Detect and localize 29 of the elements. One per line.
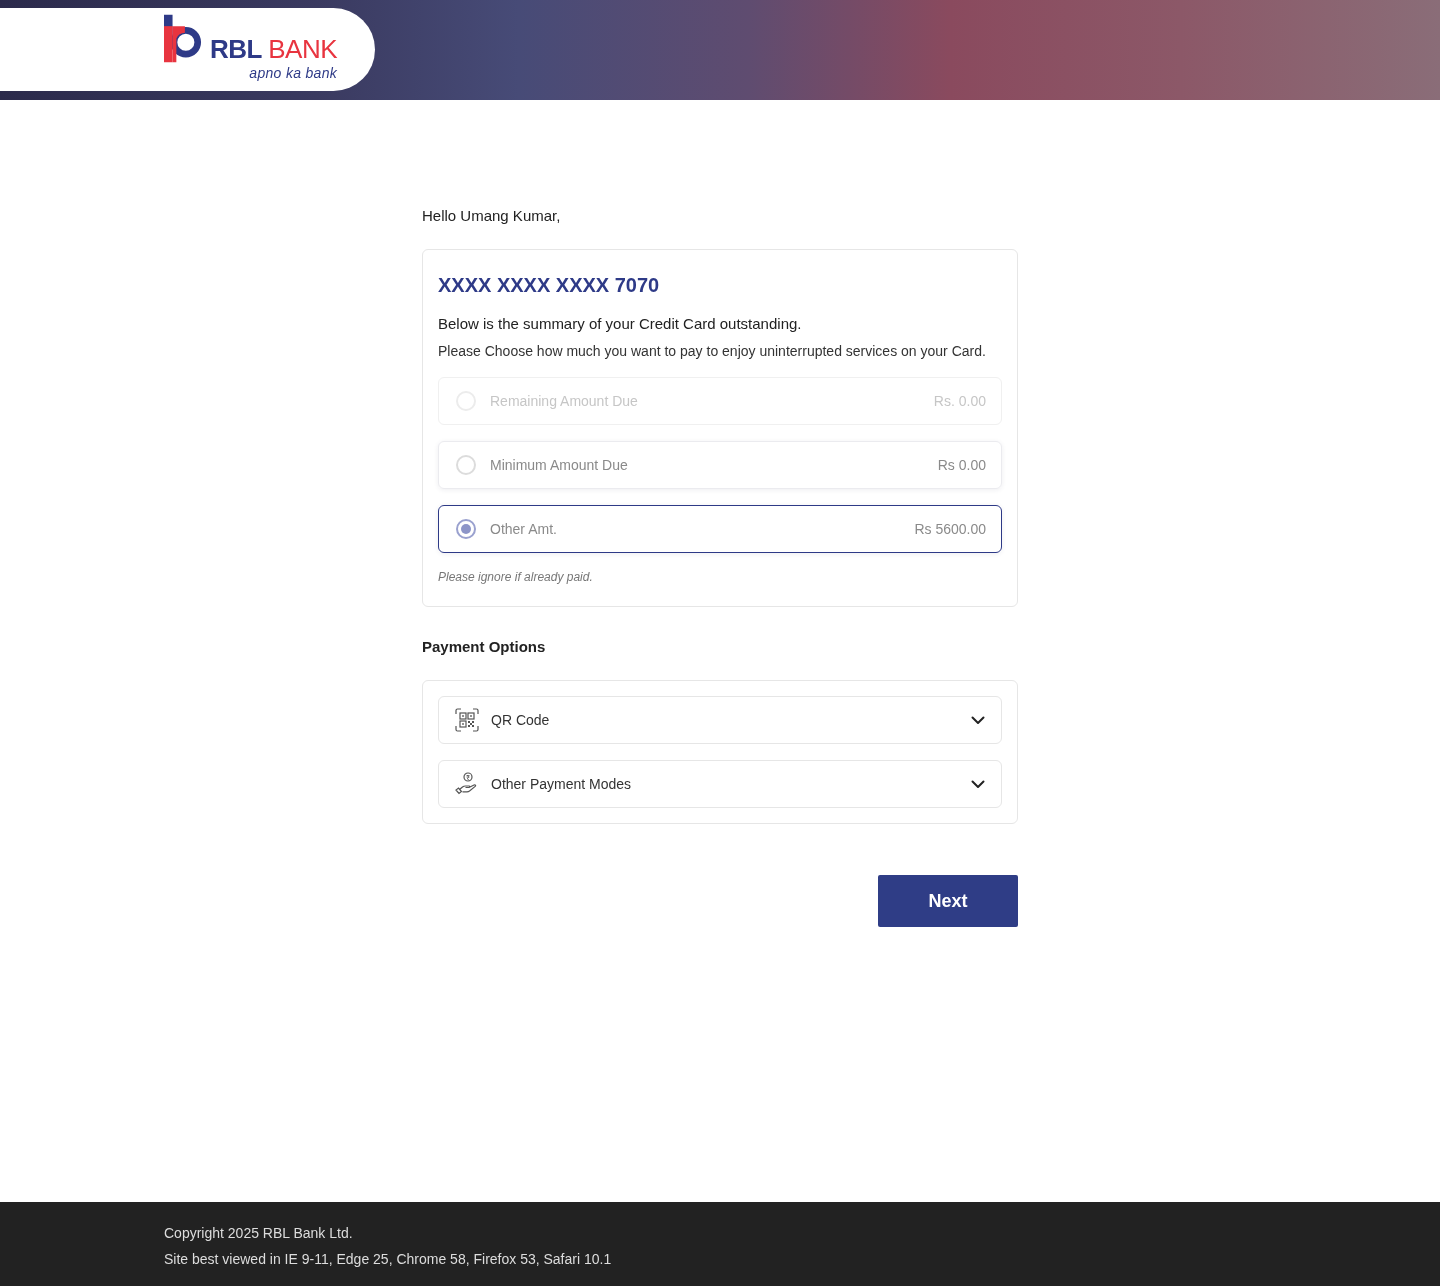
payment-option-label: QR Code [491, 712, 550, 728]
radio-button[interactable] [456, 519, 476, 539]
payment-option-label: Other Payment Modes [491, 776, 632, 792]
payment-option-row[interactable]: Other Payment Modes [438, 760, 1002, 808]
instruction-text: Please Choose how much you want to pay to enjoy uninterrupted services on your Card. [438, 342, 987, 361]
footer-text: Site best viewed in IE 9-11, Edge 25, Chrome 58, Firefox 53, Safari 10.1 [164, 1250, 613, 1269]
option-amount: Rs 0.00 [937, 457, 986, 473]
next-button[interactable]: Next [878, 875, 1018, 927]
option-amount: Rs 5600.00 [914, 521, 986, 537]
greeting-text: Hello Umang Kumar, [422, 206, 562, 226]
option-amount: Rs. 0.00 [933, 393, 986, 409]
logo-wordmark: RBL BANK [210, 35, 337, 63]
amount-option[interactable]: Other Amt. Rs 5600.00 [438, 505, 1002, 553]
note-text: Please ignore if already paid. [438, 569, 594, 585]
logo-mark-icon [164, 14, 202, 63]
chevron-down-icon[interactable] [971, 779, 985, 789]
chevron-down-icon[interactable] [971, 715, 985, 725]
section-title: Payment Options [422, 637, 547, 657]
qr-code-icon [455, 708, 479, 732]
payment-option-row[interactable]: QR Code [438, 696, 1002, 744]
hand-coin-icon [455, 772, 479, 796]
summary-heading: Below is the summary of your Credit Card outstanding. [438, 314, 803, 334]
option-label: Minimum Amount Due [490, 457, 628, 473]
card-number: XXXX XXXX XXXX 7070 [438, 273, 661, 297]
footer-text: Copyright 2025 RBL Bank Ltd. [164, 1224, 354, 1243]
option-label: Remaining Amount Due [490, 393, 638, 409]
option-label: Other Amt. [490, 521, 557, 537]
logo-tagline: apno ka bank [249, 64, 337, 82]
amount-option[interactable]: Minimum Amount Due Rs 0.00 [438, 441, 1002, 489]
